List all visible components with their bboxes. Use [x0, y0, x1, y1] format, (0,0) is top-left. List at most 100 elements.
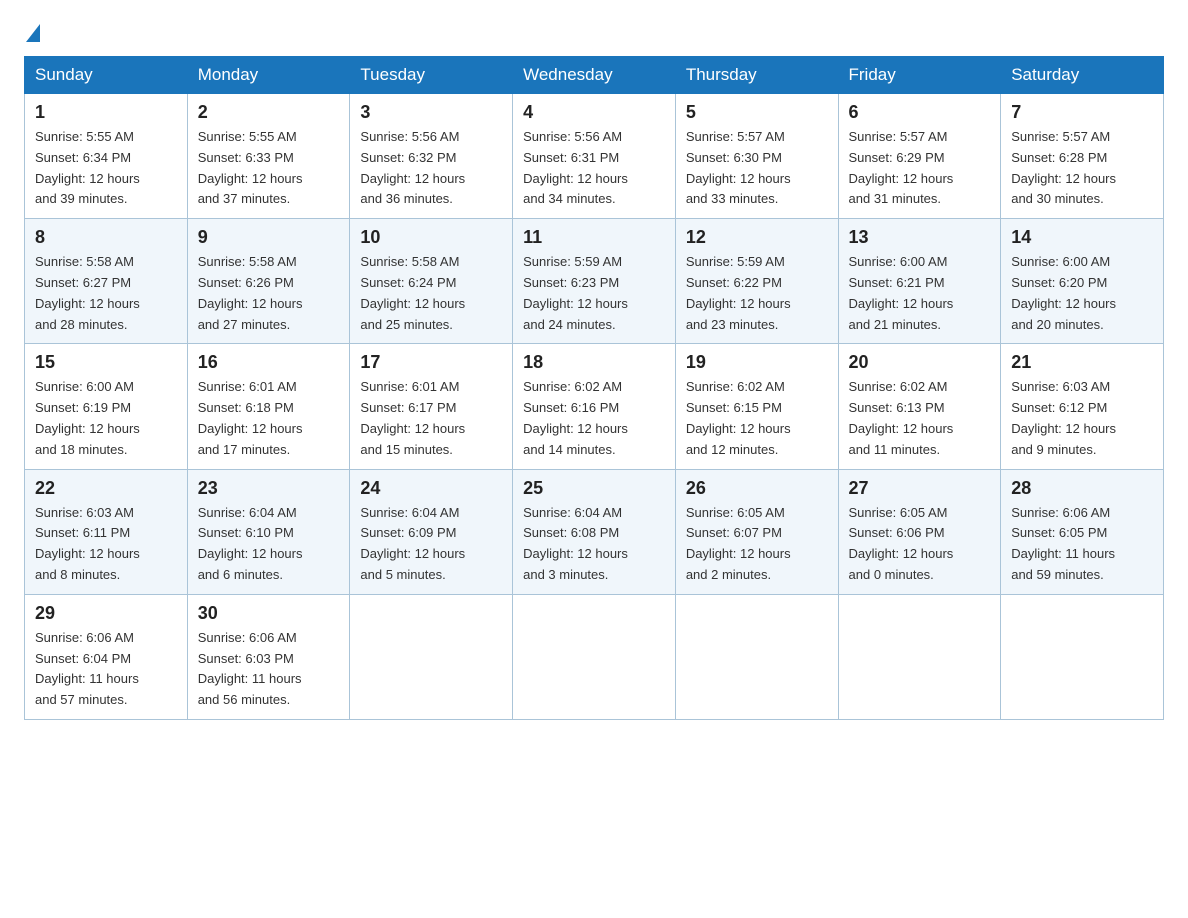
day-info: Sunrise: 6:05 AMSunset: 6:07 PMDaylight:… [686, 503, 828, 586]
day-info: Sunrise: 5:58 AMSunset: 6:26 PMDaylight:… [198, 252, 340, 335]
day-number: 4 [523, 102, 665, 123]
day-number: 20 [849, 352, 991, 373]
calendar-cell [675, 594, 838, 719]
calendar-cell: 7 Sunrise: 5:57 AMSunset: 6:28 PMDaylight… [1001, 94, 1164, 219]
day-number: 29 [35, 603, 177, 624]
day-info: Sunrise: 6:02 AMSunset: 6:15 PMDaylight:… [686, 377, 828, 460]
calendar-cell: 20 Sunrise: 6:02 AMSunset: 6:13 PMDayligh… [838, 344, 1001, 469]
calendar-cell: 6 Sunrise: 5:57 AMSunset: 6:29 PMDaylight… [838, 94, 1001, 219]
day-number: 12 [686, 227, 828, 248]
calendar-cell: 5 Sunrise: 5:57 AMSunset: 6:30 PMDaylight… [675, 94, 838, 219]
day-info: Sunrise: 6:01 AMSunset: 6:17 PMDaylight:… [360, 377, 502, 460]
calendar-cell: 23Sunrise: 6:04 AMSunset: 6:10 PMDayligh… [187, 469, 350, 594]
day-number: 28 [1011, 478, 1153, 499]
day-number: 10 [360, 227, 502, 248]
calendar-cell: 8 Sunrise: 5:58 AMSunset: 6:27 PMDaylight… [25, 219, 188, 344]
week-row-3: 15 Sunrise: 6:00 AMSunset: 6:19 PMDayligh… [25, 344, 1164, 469]
weekday-header-saturday: Saturday [1001, 57, 1164, 94]
calendar-cell: 19 Sunrise: 6:02 AMSunset: 6:15 PMDayligh… [675, 344, 838, 469]
calendar-cell: 9 Sunrise: 5:58 AMSunset: 6:26 PMDaylight… [187, 219, 350, 344]
day-number: 25 [523, 478, 665, 499]
day-info: Sunrise: 6:05 AMSunset: 6:06 PMDaylight:… [849, 503, 991, 586]
day-info: Sunrise: 6:00 AMSunset: 6:19 PMDaylight:… [35, 377, 177, 460]
weekday-header-wednesday: Wednesday [513, 57, 676, 94]
calendar-cell [513, 594, 676, 719]
calendar-cell: 26Sunrise: 6:05 AMSunset: 6:07 PMDayligh… [675, 469, 838, 594]
calendar-cell: 28 Sunrise: 6:06 AMSunset: 6:05 PMDayligh… [1001, 469, 1164, 594]
day-number: 15 [35, 352, 177, 373]
day-info: Sunrise: 6:06 AMSunset: 6:04 PMDaylight:… [35, 628, 177, 711]
day-number: 17 [360, 352, 502, 373]
day-info: Sunrise: 6:03 AMSunset: 6:12 PMDaylight:… [1011, 377, 1153, 460]
calendar-cell: 13 Sunrise: 6:00 AMSunset: 6:21 PMDayligh… [838, 219, 1001, 344]
day-number: 3 [360, 102, 502, 123]
day-info: Sunrise: 6:02 AMSunset: 6:13 PMDaylight:… [849, 377, 991, 460]
calendar-cell: 27 Sunrise: 6:05 AMSunset: 6:06 PMDayligh… [838, 469, 1001, 594]
header [24, 24, 1164, 40]
day-number: 21 [1011, 352, 1153, 373]
day-info: Sunrise: 5:55 AMSunset: 6:33 PMDaylight:… [198, 127, 340, 210]
weekday-header-sunday: Sunday [25, 57, 188, 94]
day-number: 1 [35, 102, 177, 123]
day-info: Sunrise: 5:58 AMSunset: 6:27 PMDaylight:… [35, 252, 177, 335]
calendar-cell: 30 Sunrise: 6:06 AMSunset: 6:03 PMDayligh… [187, 594, 350, 719]
day-number: 9 [198, 227, 340, 248]
calendar-cell: 29 Sunrise: 6:06 AMSunset: 6:04 PMDayligh… [25, 594, 188, 719]
day-info: Sunrise: 6:00 AMSunset: 6:20 PMDaylight:… [1011, 252, 1153, 335]
week-row-1: 1Sunrise: 5:55 AMSunset: 6:34 PMDaylight… [25, 94, 1164, 219]
day-number: 8 [35, 227, 177, 248]
calendar-cell: 17 Sunrise: 6:01 AMSunset: 6:17 PMDayligh… [350, 344, 513, 469]
day-info: Sunrise: 5:58 AMSunset: 6:24 PMDaylight:… [360, 252, 502, 335]
day-info: Sunrise: 6:06 AMSunset: 6:05 PMDaylight:… [1011, 503, 1153, 586]
weekday-header-tuesday: Tuesday [350, 57, 513, 94]
logo [24, 24, 40, 40]
day-info: Sunrise: 5:57 AMSunset: 6:29 PMDaylight:… [849, 127, 991, 210]
day-info: Sunrise: 5:57 AMSunset: 6:28 PMDaylight:… [1011, 127, 1153, 210]
day-info: Sunrise: 6:04 AMSunset: 6:08 PMDaylight:… [523, 503, 665, 586]
day-info: Sunrise: 5:56 AMSunset: 6:32 PMDaylight:… [360, 127, 502, 210]
calendar-cell: 22Sunrise: 6:03 AMSunset: 6:11 PMDayligh… [25, 469, 188, 594]
calendar-cell: 4Sunrise: 5:56 AMSunset: 6:31 PMDaylight… [513, 94, 676, 219]
calendar-cell: 14 Sunrise: 6:00 AMSunset: 6:20 PMDayligh… [1001, 219, 1164, 344]
weekday-header-thursday: Thursday [675, 57, 838, 94]
week-row-4: 22Sunrise: 6:03 AMSunset: 6:11 PMDayligh… [25, 469, 1164, 594]
calendar-cell: 3 Sunrise: 5:56 AMSunset: 6:32 PMDaylight… [350, 94, 513, 219]
week-row-2: 8 Sunrise: 5:58 AMSunset: 6:27 PMDaylight… [25, 219, 1164, 344]
day-info: Sunrise: 6:01 AMSunset: 6:18 PMDaylight:… [198, 377, 340, 460]
calendar-cell: 15 Sunrise: 6:00 AMSunset: 6:19 PMDayligh… [25, 344, 188, 469]
day-number: 14 [1011, 227, 1153, 248]
calendar-cell: 12 Sunrise: 5:59 AMSunset: 6:22 PMDayligh… [675, 219, 838, 344]
day-info: Sunrise: 5:57 AMSunset: 6:30 PMDaylight:… [686, 127, 828, 210]
day-number: 18 [523, 352, 665, 373]
weekday-header-row: SundayMondayTuesdayWednesdayThursdayFrid… [25, 57, 1164, 94]
day-number: 2 [198, 102, 340, 123]
day-number: 5 [686, 102, 828, 123]
calendar-cell: 1Sunrise: 5:55 AMSunset: 6:34 PMDaylight… [25, 94, 188, 219]
calendar-cell [1001, 594, 1164, 719]
calendar-cell: 21 Sunrise: 6:03 AMSunset: 6:12 PMDayligh… [1001, 344, 1164, 469]
weekday-header-friday: Friday [838, 57, 1001, 94]
logo-triangle-icon [26, 24, 40, 42]
day-number: 27 [849, 478, 991, 499]
day-number: 13 [849, 227, 991, 248]
calendar-table: SundayMondayTuesdayWednesdayThursdayFrid… [24, 56, 1164, 720]
calendar-cell [838, 594, 1001, 719]
day-info: Sunrise: 5:59 AMSunset: 6:23 PMDaylight:… [523, 252, 665, 335]
calendar-cell: 11 Sunrise: 5:59 AMSunset: 6:23 PMDayligh… [513, 219, 676, 344]
day-number: 24 [360, 478, 502, 499]
day-number: 19 [686, 352, 828, 373]
day-info: Sunrise: 6:00 AMSunset: 6:21 PMDaylight:… [849, 252, 991, 335]
day-info: Sunrise: 6:04 AMSunset: 6:09 PMDaylight:… [360, 503, 502, 586]
day-number: 7 [1011, 102, 1153, 123]
day-number: 6 [849, 102, 991, 123]
day-info: Sunrise: 6:06 AMSunset: 6:03 PMDaylight:… [198, 628, 340, 711]
calendar-cell: 24 Sunrise: 6:04 AMSunset: 6:09 PMDayligh… [350, 469, 513, 594]
day-number: 11 [523, 227, 665, 248]
week-row-5: 29 Sunrise: 6:06 AMSunset: 6:04 PMDayligh… [25, 594, 1164, 719]
day-info: Sunrise: 5:59 AMSunset: 6:22 PMDaylight:… [686, 252, 828, 335]
day-info: Sunrise: 6:04 AMSunset: 6:10 PMDaylight:… [198, 503, 340, 586]
day-number: 30 [198, 603, 340, 624]
calendar-cell: 16Sunrise: 6:01 AMSunset: 6:18 PMDayligh… [187, 344, 350, 469]
calendar-cell: 18Sunrise: 6:02 AMSunset: 6:16 PMDayligh… [513, 344, 676, 469]
day-info: Sunrise: 6:03 AMSunset: 6:11 PMDaylight:… [35, 503, 177, 586]
